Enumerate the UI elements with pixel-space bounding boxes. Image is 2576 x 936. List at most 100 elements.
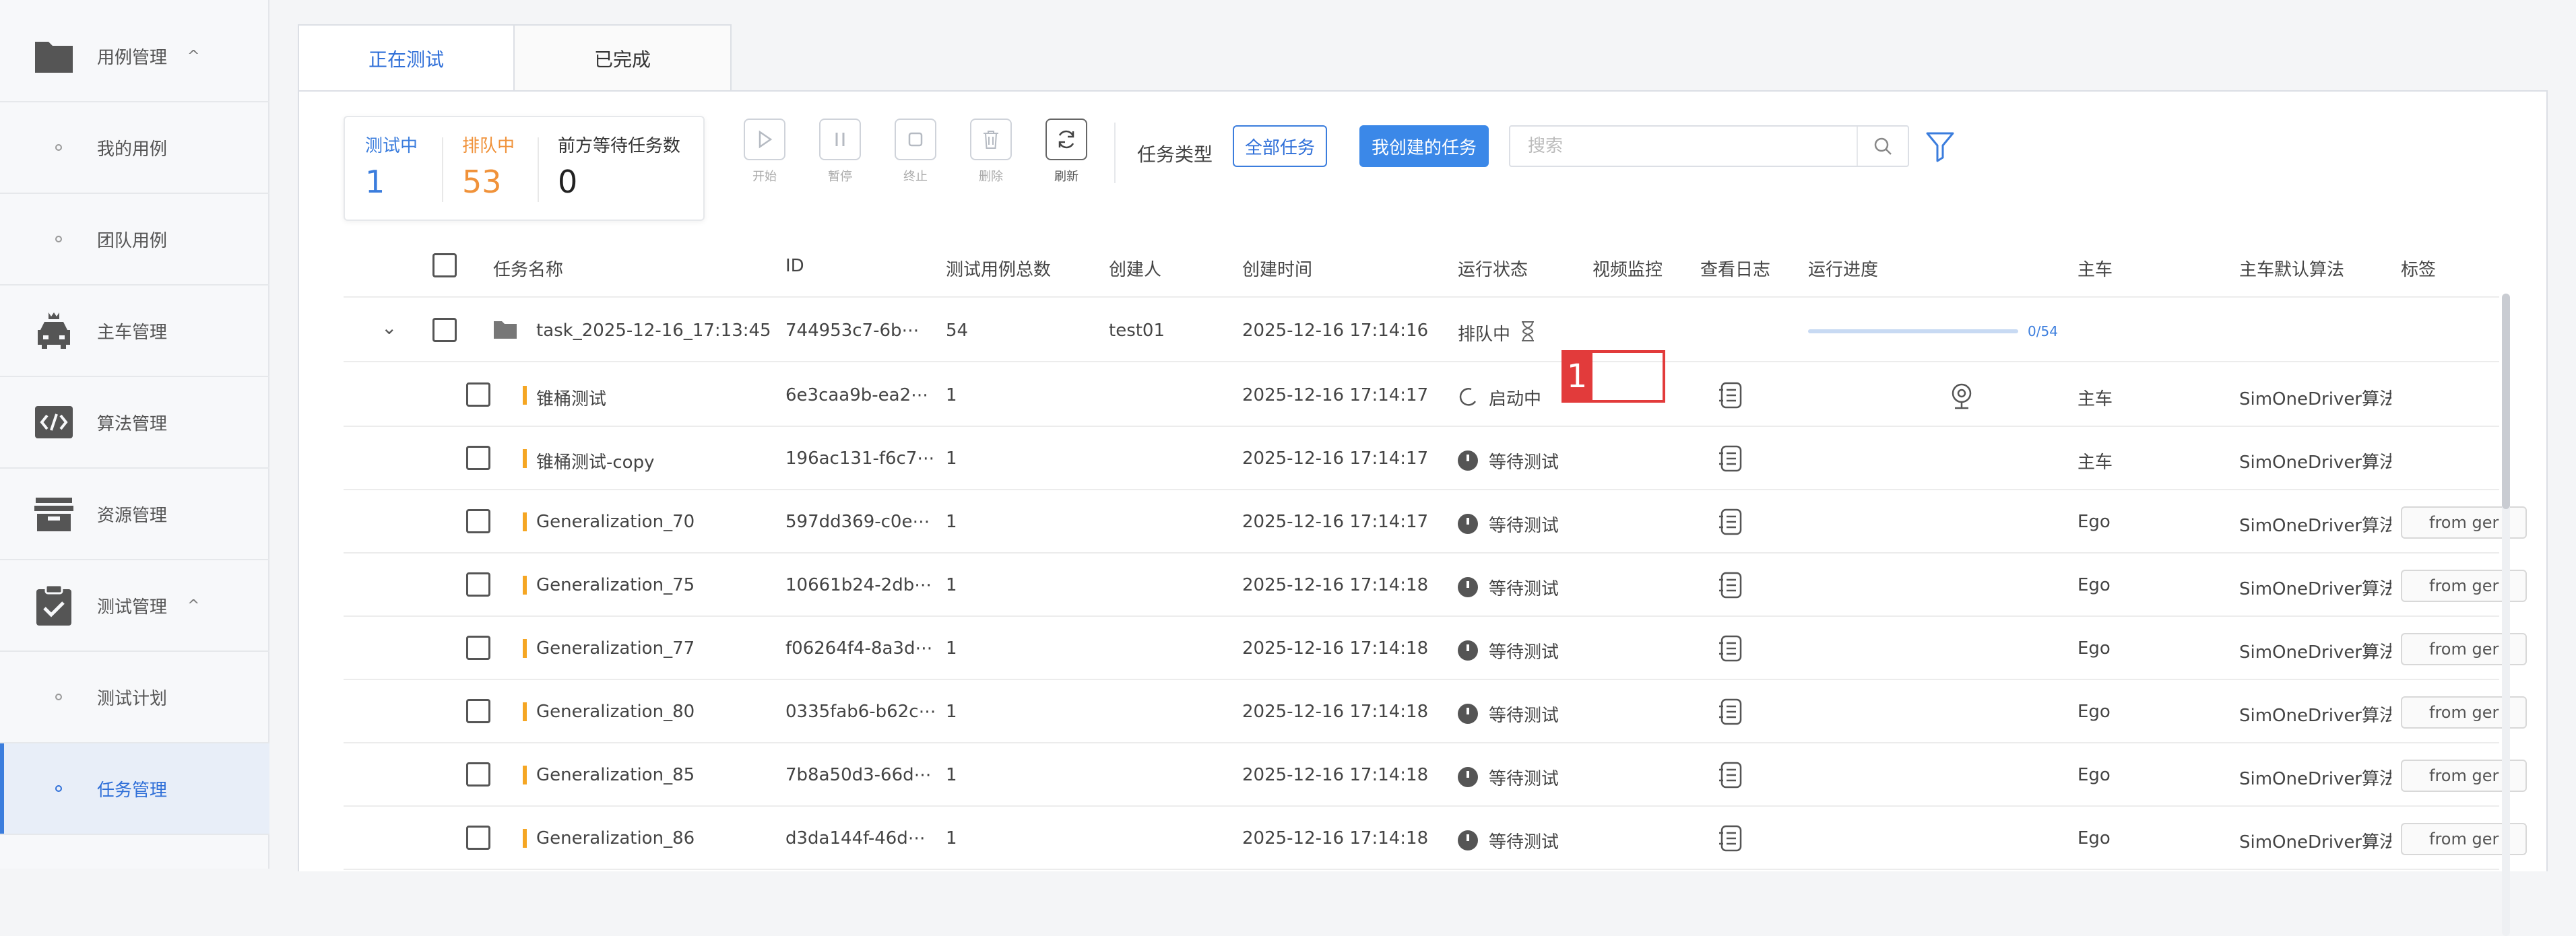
log-icon[interactable] xyxy=(1718,698,1743,726)
task-total: 1 xyxy=(946,638,957,659)
sidebar-item-label: 资源管理 xyxy=(97,505,168,526)
task-status: 等待测试 xyxy=(1489,769,1559,789)
refresh-icon xyxy=(1058,130,1074,149)
row-checkbox[interactable] xyxy=(432,318,457,342)
task-created-time: 2025-12-16 17:14:18 xyxy=(1242,828,1429,848)
task-id: 6e3caa9b-ea2⋯ xyxy=(785,385,929,405)
log-icon[interactable] xyxy=(1718,761,1743,789)
table-row[interactable]: 锥桶测试-copy 196ac131-f6c7⋯ 1 2025-12-16 17:14… xyxy=(344,427,2499,490)
name-marker xyxy=(523,766,527,784)
select-all-checkbox[interactable] xyxy=(432,253,457,277)
search-button[interactable] xyxy=(1857,127,1908,166)
hourglass-icon xyxy=(1522,321,1534,341)
task-id: 7b8a50d3-66d⋯ xyxy=(785,765,932,785)
log-icon[interactable] xyxy=(1718,824,1743,853)
sidebar-item-team-cases[interactable]: 团队用例 xyxy=(0,194,269,286)
group-progress-text: 0/54 xyxy=(2028,323,2058,339)
collapse-chevron-icon[interactable]: ⌄ xyxy=(381,316,397,339)
row-checkbox[interactable] xyxy=(466,446,490,470)
table-row[interactable]: Generalization_80 0335fab6-b62c⋯ 1 2025-12-… xyxy=(344,680,2527,743)
all-tasks-button[interactable]: 全部任务 xyxy=(1233,125,1328,167)
table-header: 任务名称 ID 测试用例总数 创建人 创建时间 运行状态 视频监控 查看日志 运… xyxy=(344,234,2499,298)
task-default-algorithm: SimOneDriver算法 xyxy=(2239,453,2391,473)
sidebar-item-case-management[interactable]: 用例管理 ^ xyxy=(0,11,269,102)
row-checkbox[interactable] xyxy=(466,762,490,787)
filter-button[interactable] xyxy=(1921,127,1959,167)
task-id: 10661b24-2db⋯ xyxy=(785,575,932,595)
search-input[interactable] xyxy=(1510,127,1859,166)
start-button-label: 开始 xyxy=(752,170,777,184)
bullet-icon xyxy=(55,694,62,700)
main-content: 正在测试 已完成 测试中 1 排队中 53 前方等待任务数 0 开始 暂停 终止… xyxy=(298,24,2548,936)
pause-icon xyxy=(835,133,845,146)
task-ego-car: Ego xyxy=(2078,828,2111,848)
stop-button[interactable] xyxy=(895,119,936,160)
name-marker xyxy=(523,702,527,721)
sidebar-item-resource-management[interactable]: 资源管理 xyxy=(0,469,269,560)
sidebar-item-vehicle-management[interactable]: 主车管理 xyxy=(0,286,269,377)
row-checkbox[interactable] xyxy=(466,636,490,660)
sidebar-item-my-cases[interactable]: 我的用例 xyxy=(0,102,269,194)
sidebar-item-label: 测试管理 xyxy=(97,597,168,617)
table-row[interactable]: Generalization_85 7b8a50d3-66d⋯ 1 2025-12-1… xyxy=(344,743,2527,807)
tab-completed[interactable]: 已完成 xyxy=(515,24,732,92)
log-icon[interactable] xyxy=(1718,508,1743,536)
table-row[interactable]: Generalization_86 d3da144f-46d⋯ 1 2025-12-1… xyxy=(344,807,2527,870)
search-icon xyxy=(1874,137,1892,155)
row-checkbox[interactable] xyxy=(466,826,490,850)
my-tasks-button[interactable]: 我创建的任务 xyxy=(1359,125,1489,167)
log-icon[interactable] xyxy=(1718,444,1743,473)
table-row[interactable]: 锥桶测试 6e3caa9b-ea2⋯ 1 2025-12-16 17:14:17 启动中… xyxy=(344,364,2499,427)
car-icon xyxy=(32,309,75,352)
start-button[interactable] xyxy=(744,119,785,160)
name-marker xyxy=(523,386,527,405)
task-created-time: 2025-12-16 17:14:18 xyxy=(1242,765,1429,785)
table-row[interactable]: Generalization_77 f06264f4-8a3d⋯ 1 2025-12-… xyxy=(344,617,2527,680)
webcam-icon[interactable] xyxy=(1950,382,1974,409)
task-default-algorithm: SimOneDriver算法 xyxy=(2239,642,2391,663)
header-ego-car: 主车 xyxy=(2078,260,2113,280)
code-icon xyxy=(32,401,75,444)
sidebar-item-label: 任务管理 xyxy=(97,780,168,801)
sidebar-item-test-plan[interactable]: 测试计划 xyxy=(0,652,269,743)
sidebar: 用例管理 ^ 我的用例 团队用例 主车管理 算法管理 资源管理 测试管理 ^ 测… xyxy=(0,0,269,869)
clock-icon xyxy=(1458,704,1478,724)
stats-box: 测试中 1 排队中 53 前方等待任务数 0 xyxy=(344,116,705,221)
sidebar-item-algorithm-management[interactable]: 算法管理 xyxy=(0,377,269,469)
task-ego-car: 主车 xyxy=(2078,389,2113,409)
table-row-group[interactable]: ⌄ task_2025-12-16_17:13:45 744953c7-6b⋯ … xyxy=(344,299,2499,362)
refresh-button[interactable] xyxy=(1045,119,1087,160)
row-checkbox[interactable] xyxy=(466,572,490,597)
task-total: 1 xyxy=(946,702,957,722)
task-id: d3da144f-46d⋯ xyxy=(785,828,926,848)
spinner-icon xyxy=(1459,388,1477,406)
log-icon[interactable] xyxy=(1718,381,1743,409)
stop-icon xyxy=(908,132,923,147)
name-marker xyxy=(523,829,527,848)
sidebar-item-test-management[interactable]: 测试管理 ^ xyxy=(0,560,269,652)
group-name: task_2025-12-16_17:13:45 xyxy=(536,321,771,341)
row-checkbox[interactable] xyxy=(466,699,490,723)
sidebar-item-task-management[interactable]: 任务管理 xyxy=(0,743,269,835)
table-scrollbar[interactable] xyxy=(2502,294,2510,936)
header-creator: 创建人 xyxy=(1109,260,1162,280)
table-row[interactable]: Generalization_75 10661b24-2db⋯ 1 2025-12-1… xyxy=(344,554,2527,617)
log-icon[interactable] xyxy=(1718,634,1743,663)
log-icon[interactable] xyxy=(1718,571,1743,599)
table-row[interactable]: Generalization_70 597dd369-c0e⋯ 1 2025-12-1… xyxy=(344,490,2527,554)
row-checkbox[interactable] xyxy=(466,382,490,407)
bullet-icon xyxy=(55,785,62,792)
header-created-time: 创建时间 xyxy=(1242,260,1313,280)
task-panel: 测试中 1 排队中 53 前方等待任务数 0 开始 暂停 终止 删除 刷新 任务… xyxy=(298,90,2548,936)
task-total: 1 xyxy=(946,512,957,532)
task-default-algorithm: SimOneDriver算法 xyxy=(2239,579,2391,599)
chevron-up-icon: ^ xyxy=(187,47,200,65)
scrollbar-thumb[interactable] xyxy=(2502,294,2510,509)
group-status: 排队中 xyxy=(1458,325,1511,345)
trash-icon xyxy=(984,131,998,149)
pause-button[interactable] xyxy=(819,119,861,160)
tab-in-progress[interactable]: 正在测试 xyxy=(298,24,515,92)
row-checkbox[interactable] xyxy=(466,509,490,533)
delete-button[interactable] xyxy=(970,119,1012,160)
task-total: 1 xyxy=(946,385,957,405)
